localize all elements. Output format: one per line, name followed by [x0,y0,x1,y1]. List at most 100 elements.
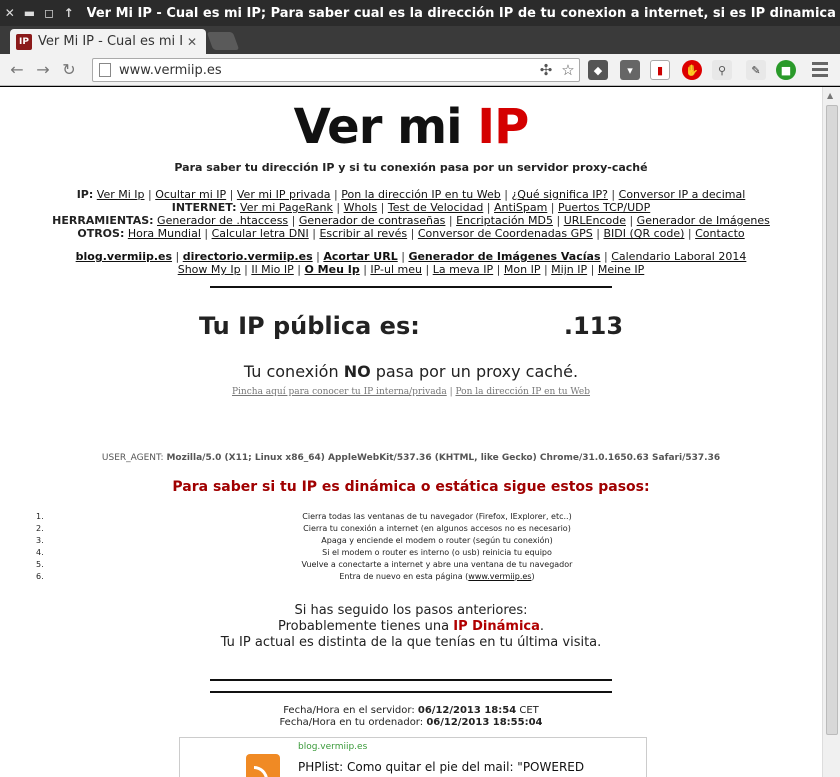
adblock-icon[interactable]: ✋ [682,60,702,80]
extension-shield-icon[interactable]: ◆ [588,60,608,80]
separator: | [547,201,559,214]
close-window-icon[interactable]: ✕ [0,6,20,20]
ip-on-web-link[interactable]: Pon la dirección IP en tu Web [455,387,590,397]
site-link-meine-ip[interactable]: Meine IP [598,263,644,276]
site-link-acortar-url[interactable]: Acortar URL [323,250,397,263]
separator: | [587,263,598,276]
minimize-window-icon[interactable]: ▬ [20,6,40,20]
divider-top [210,679,612,681]
divider [210,286,612,288]
nav-link-escribir-al-reves[interactable]: Escribir al revés [319,227,407,240]
result-line-2-end: . [539,619,545,634]
translate-icon[interactable]: ✣ [535,61,557,79]
step-text: Vuelve a conectarte a internet y abre un… [0,559,822,571]
blog-name[interactable]: blog.vermiip.es [298,742,367,752]
nav-link-test-de-velocidad[interactable]: Test de Velocidad [388,201,483,214]
site-link-mijn-ip[interactable]: Mijn IP [551,263,587,276]
step-text-main: Vuelve a conectarte a internet y abre un… [301,560,573,569]
nav-link-ver-mi-ip[interactable]: Ver Mi Ip [97,188,145,201]
search-extension-icon[interactable]: ⚲ [712,60,732,80]
step-text-main: Si el modem o router es interno (o usb) … [322,548,552,557]
site-link-show-my-ip[interactable]: Show My Ip [178,263,241,276]
menu-icon[interactable] [812,62,828,80]
separator: | [607,188,619,201]
step-text-main: Entra de nuevo en esta página ( [339,572,469,581]
pen-extension-icon[interactable]: ✎ [746,60,766,80]
pocket-icon[interactable]: ▾ [620,60,640,80]
step-item: 6. Entra de nuevo en esta página (www.ver… [0,571,822,583]
nav-link-generador-de-contrasenas[interactable]: Generador de contraseñas [299,214,446,227]
rss-icon[interactable] [246,754,280,777]
date-info: Fecha/Hora en el servidor: 06/12/2013 18… [0,705,822,729]
scroll-up-icon[interactable]: ▲ [827,91,833,100]
nav-link-contacto[interactable]: Contacto [695,227,745,240]
site-link-blog-vermiip-es[interactable]: blog.vermiip.es [76,250,172,263]
nav-link-conversor-de-coordenadas-gps[interactable]: Conversor de Coordenadas GPS [418,227,593,240]
separator: | [293,263,305,276]
bookmark-star-icon[interactable]: ☆ [557,61,579,79]
blog-post-title[interactable]: PHPlist: Como quitar el pie del mail: "P… [298,760,584,774]
site-link-o-meu-ip[interactable]: O Meu Ip [304,263,359,276]
nav-link-puertos-tcp-udp[interactable]: Puertos TCP/UDP [558,201,650,214]
maximize-window-icon[interactable]: ◻ [39,6,59,20]
separator: | [540,263,552,276]
vertical-scrollbar[interactable]: ▲ [822,87,840,777]
step-text: Apaga y enciende el modem o router (segú… [0,535,822,547]
private-ip-link[interactable]: Pincha aquí para conocer tu IP interna/p… [232,387,447,397]
blog-widget[interactable]: blog.vermiip.es PHPlist: Como quitar el … [179,737,647,777]
page-content: Ver mi IP Para saber tu dirección IP y s… [0,99,822,729]
nav-link-whois[interactable]: WhoIs [344,201,378,214]
proxy-status-text: Tu conexión [243,362,344,381]
nav-link-antispam[interactable]: AntiSpam [494,201,547,214]
nav-link-conversor-ip-a-decimal[interactable]: Conversor IP a decimal [619,188,746,201]
tab-close-icon[interactable]: ✕ [184,35,200,49]
separator: | [288,214,299,227]
nav-link-bidi-qr-code[interactable]: BIDI (QR code) [604,227,685,240]
back-arrow-icon[interactable]: ← [4,60,30,79]
up-arrow-icon[interactable]: ↑ [59,6,79,20]
separator: | [684,227,696,240]
step-site-link[interactable]: www.vermiip.es [468,572,531,581]
nav-link-calcular-letra-dni[interactable]: Calcular letra DNI [212,227,309,240]
nav-row: IP: Ver Mi Ip | Ocultar mi IP | Ver mi I… [0,188,822,201]
nav-link-encriptacion-md5[interactable]: Encriptación MD5 [456,214,553,227]
nav-link-ocultar-mi-ip[interactable]: Ocultar mi IP [155,188,226,201]
site-link-mon-ip[interactable]: Mon IP [504,263,541,276]
tagline: Para saber tu dirección IP y si tu conex… [174,161,648,174]
browser-toolbar: ← → ↻ www.vermiip.es ✣ ☆ ◆ ▾ ▮ ✋ ⚲ ✎ ■ [0,54,840,86]
site-link-ip-ul-meu[interactable]: IP-ul meu [370,263,422,276]
result-line-3: Tu IP actual es distinta de la que tenía… [220,635,602,650]
site-link-il-mio-ip[interactable]: Il Mio IP [251,263,293,276]
site-link-generador-de-imagenes-vacias[interactable]: Generador de Imágenes Vacías [408,250,600,263]
browser-tab[interactable]: IP Ver Mi IP - Cual es mi IP ✕ [10,29,206,54]
nav-link-pon-la-direccion-ip-en-tu-web[interactable]: Pon la dirección IP en tu Web [341,188,501,201]
nav-link-urlencode[interactable]: URLEncode [564,214,626,227]
site-link-directorio-vermiip-es[interactable]: directorio.vermiip.es [183,250,313,263]
site-logo[interactable]: Ver mi IP [0,99,822,155]
separator: | [592,227,604,240]
forward-arrow-icon[interactable]: → [30,60,56,79]
step-item: 4. Si el modem o router es interno (o usb… [0,547,822,559]
nav-link-ver-mi-pagerank[interactable]: Ver mi PageRank [240,201,333,214]
reload-icon[interactable]: ↻ [56,60,82,79]
scrollbar-thumb[interactable] [826,105,838,735]
separator: | [312,250,324,263]
step-item: 5. Vuelve a conectarte a internet y abre … [0,559,822,571]
green-extension-icon[interactable]: ■ [776,60,796,80]
nav-link-hora-mundial[interactable]: Hora Mundial [128,227,201,240]
address-bar[interactable]: www.vermiip.es ✣ ☆ [92,58,580,82]
public-ip-value[interactable]: .113 [564,312,623,340]
step-text: Si el modem o router es interno (o usb) … [0,547,822,559]
site-links: blog.vermiip.es | directorio.vermiip.es … [0,250,822,276]
bookmark-extension-icon[interactable]: ▮ [650,60,670,80]
site-link-calendario-laboral-2014[interactable]: Calendario Laboral 2014 [611,250,746,263]
nav-link-ver-mi-ip-privada[interactable]: Ver mi IP privada [237,188,331,201]
nav-row: OTROS: Hora Mundial | Calcular letra DNI… [0,227,822,240]
new-tab-button[interactable] [206,32,240,50]
nav-link-que-significa-ip[interactable]: ¿Qué significa IP? [511,188,607,201]
local-date-row: Fecha/Hora en tu ordenador: 06/12/2013 1… [0,717,822,729]
site-link-la-meva-ip[interactable]: La meva IP [433,263,493,276]
nav-link-generador-de-imagenes[interactable]: Generador de Imágenes [637,214,770,227]
nav-link-generador-de-htaccess[interactable]: Generador de .htaccess [157,214,288,227]
separator: | [332,201,344,214]
